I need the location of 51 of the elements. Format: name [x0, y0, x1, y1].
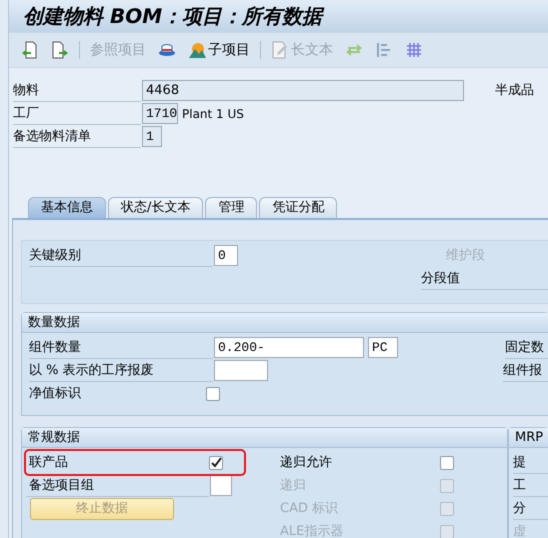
- input-field[interactable]: 1: [142, 126, 162, 147]
- field-label: 物料: [13, 80, 141, 102]
- input-field[interactable]: 4468: [142, 80, 464, 101]
- input-field[interactable]: 1710: [142, 103, 178, 124]
- field-label: 固定数: [505, 336, 548, 358]
- field-label: 净值标识: [29, 384, 82, 402]
- align-left-icon[interactable]: [375, 41, 393, 59]
- field-label: 递归允许: [280, 454, 333, 472]
- toolbar-button[interactable]: 子项目: [186, 40, 252, 60]
- field-label: 组件报: [503, 360, 548, 382]
- document-pencil-icon: [271, 41, 289, 59]
- grid-icon[interactable]: [405, 41, 423, 59]
- unit-field[interactable]: PC: [368, 337, 398, 358]
- swap-arrows-icon[interactable]: [345, 41, 363, 59]
- field-label: 组件数量: [29, 336, 213, 358]
- field-label: 关键级别: [29, 244, 213, 266]
- tab[interactable]: 状态/长文本: [108, 197, 204, 218]
- document-arrow-left-icon[interactable]: [21, 41, 39, 59]
- mountain-sun-icon: [188, 41, 206, 59]
- field-label: 分: [513, 498, 548, 520]
- field-label: ALE指示器: [280, 522, 344, 538]
- input-field[interactable]: [210, 475, 232, 496]
- field-label: 分段值: [421, 268, 548, 290]
- tab[interactable]: 凭证分配: [259, 197, 338, 218]
- field-label: 提: [513, 452, 548, 474]
- plant-name: Plant 1 US: [182, 106, 244, 122]
- field-label: 以 % 表示的工序报废: [29, 360, 213, 382]
- group-title: MRP: [509, 428, 548, 448]
- input-field[interactable]: 0.200-: [214, 337, 364, 358]
- input-field[interactable]: 0: [214, 245, 238, 266]
- field-label: 联产品: [28, 454, 69, 472]
- field-label: 工厂: [13, 102, 141, 124]
- group-title: 常规数据: [22, 428, 507, 448]
- tab[interactable]: 管理: [205, 197, 258, 218]
- hat-icon[interactable]: [158, 41, 176, 59]
- field-label: 工: [513, 474, 548, 496]
- field-label: 半成品: [495, 82, 534, 100]
- window-title: 创建物料 BOM：项目：所有数据: [23, 3, 322, 30]
- tab[interactable]: 基本信息: [28, 197, 106, 218]
- field-label: 递归: [280, 476, 307, 495]
- field-label: 虚: [513, 520, 548, 538]
- field-label: 备选项目组: [26, 474, 209, 496]
- field-label: 维护段: [446, 246, 485, 265]
- field-label: CAD 标识: [280, 500, 340, 518]
- document-arrow-right-icon[interactable]: [51, 41, 69, 59]
- checkbox[interactable]: [440, 456, 454, 470]
- group-title: 数量数据: [22, 313, 548, 333]
- input-field[interactable]: [214, 360, 268, 381]
- field-label: 备选物料清单: [13, 126, 141, 148]
- checkbox[interactable]: [209, 456, 223, 470]
- checkbox[interactable]: [206, 386, 220, 400]
